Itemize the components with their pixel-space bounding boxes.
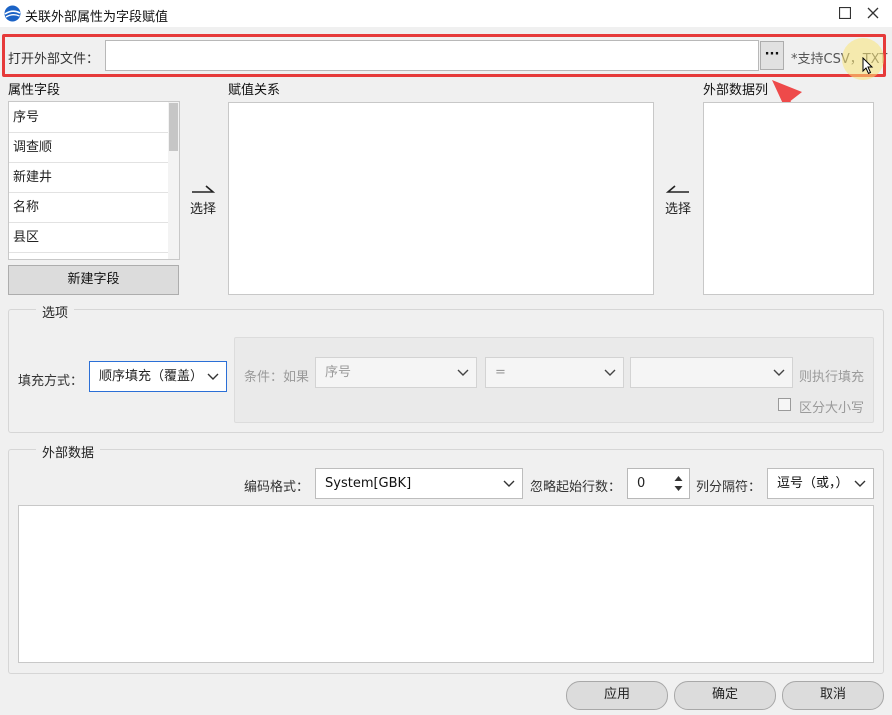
- encoding-select[interactable]: System[GBK]: [315, 468, 523, 499]
- arrow-right-icon: [192, 185, 216, 193]
- external-column-list[interactable]: [703, 102, 874, 295]
- ok-button[interactable]: 确定: [674, 681, 776, 710]
- attr-field-list[interactable]: 序号 调查顺 新建井 名称 县区: [8, 101, 180, 260]
- condition-field-select[interactable]: 序号: [315, 357, 477, 388]
- external-cols-header: 外部数据列: [703, 83, 769, 98]
- condition-value-select[interactable]: [630, 357, 793, 388]
- skip-rows-label: 忽略起始行数：: [530, 480, 622, 495]
- select-right-label: 选择: [664, 202, 691, 217]
- chevron-down-icon: [604, 369, 616, 376]
- then-fill-label: 则执行填充: [799, 370, 865, 385]
- arrow-left-icon: [665, 185, 689, 193]
- encoding-label: 编码格式：: [244, 480, 310, 495]
- case-sensitive-checkbox[interactable]: [778, 398, 791, 411]
- encoding-value: System[GBK]: [325, 476, 412, 491]
- chevron-down-icon: [773, 369, 785, 376]
- select-right-button[interactable]: 选择: [663, 183, 693, 217]
- external-data-title: 外部数据: [36, 442, 101, 461]
- delimiter-select[interactable]: 逗号（或，）: [767, 468, 874, 499]
- condition-operator-value: =: [495, 365, 506, 380]
- assign-header: 赋值关系: [228, 83, 281, 98]
- apply-button[interactable]: 应用: [566, 681, 668, 710]
- condition-field-value: 序号: [325, 365, 352, 380]
- external-data-preview[interactable]: [18, 505, 874, 663]
- delimiter-label: 列分隔符：: [696, 480, 762, 495]
- fill-mode-value: 顺序填充（覆盖）: [99, 369, 204, 384]
- close-icon[interactable]: [862, 3, 884, 23]
- cancel-button[interactable]: 取消: [782, 681, 884, 710]
- list-item[interactable]: 县区: [9, 223, 169, 253]
- chevron-down-icon: [457, 369, 469, 376]
- maximize-icon[interactable]: [834, 3, 856, 23]
- app-logo-icon: [4, 5, 21, 22]
- condition-operator-select[interactable]: =: [485, 357, 624, 388]
- condition-label: 条件：如果: [244, 370, 310, 385]
- assign-relation-list[interactable]: [228, 102, 654, 295]
- attr-fields-header: 属性字段: [8, 83, 61, 98]
- skip-rows-value: 0: [637, 476, 646, 491]
- skip-rows-stepper[interactable]: 0: [627, 468, 690, 499]
- list-item[interactable]: 调查顺: [9, 133, 169, 163]
- new-field-button[interactable]: 新建字段: [8, 265, 179, 295]
- highlight-box: [2, 34, 886, 77]
- chevron-down-icon: [503, 480, 515, 487]
- chevron-down-icon: [854, 480, 866, 487]
- case-sensitive-label: 区分大小写: [799, 401, 865, 416]
- list-item[interactable]: 名称: [9, 193, 169, 223]
- delimiter-value: 逗号（或，）: [777, 476, 849, 491]
- select-left-button[interactable]: 选择: [188, 183, 218, 217]
- window-title: 关联外部属性为字段赋值: [25, 10, 169, 25]
- list-item[interactable]: 序号: [9, 103, 169, 133]
- mouse-cursor-icon: [862, 57, 874, 75]
- spin-arrows-icon[interactable]: [674, 475, 683, 492]
- fill-mode-select[interactable]: 顺序填充（覆盖）: [89, 361, 227, 392]
- scrollbar-thumb[interactable]: [169, 103, 178, 151]
- select-left-label: 选择: [189, 202, 216, 217]
- chevron-down-icon: [207, 373, 219, 380]
- fill-mode-label: 填充方式：: [18, 374, 84, 389]
- options-title: 选项: [36, 302, 75, 321]
- list-item[interactable]: 新建井: [9, 163, 169, 193]
